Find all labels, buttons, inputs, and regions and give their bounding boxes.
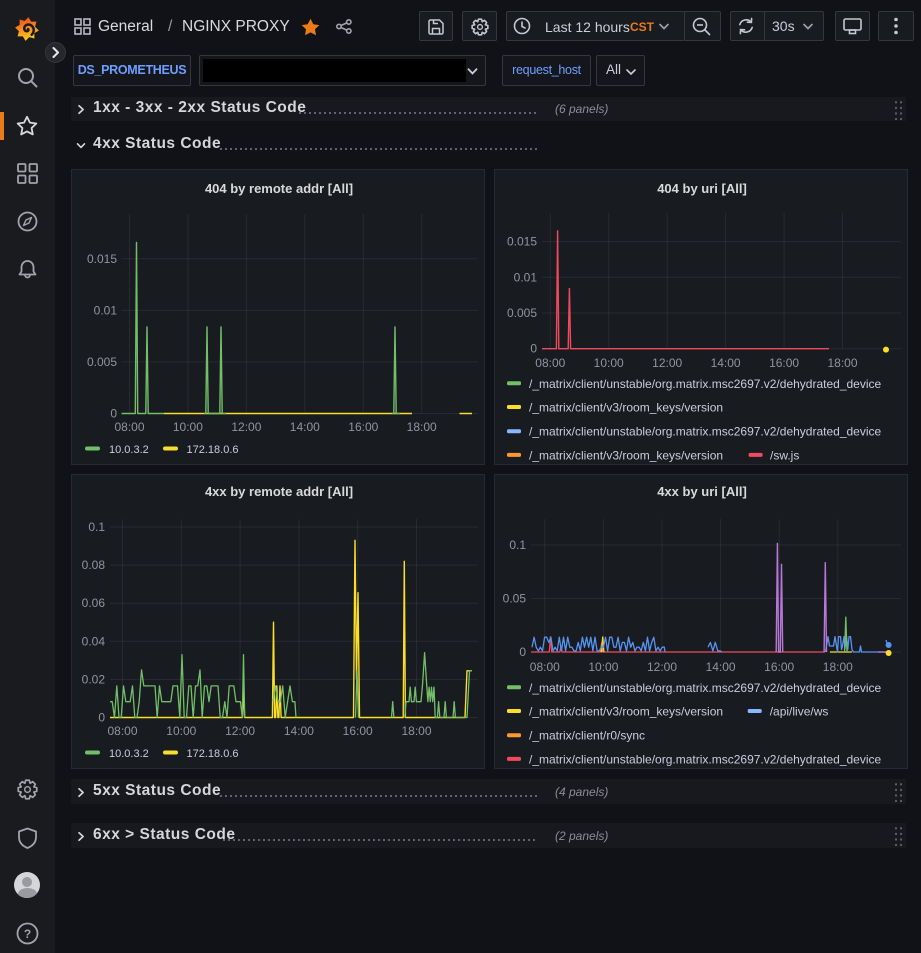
svg-text:14:00: 14:00 [284,724,314,738]
svg-text:/_matrix/client/r0/sync: /_matrix/client/r0/sync [529,729,645,743]
svg-text:0.1: 0.1 [88,520,105,534]
svg-text:0.02: 0.02 [82,672,106,686]
svg-text:12:00: 12:00 [652,356,682,370]
svg-text:0: 0 [98,711,105,725]
svg-text:18:00: 18:00 [407,420,437,434]
svg-text:10:00: 10:00 [588,660,618,674]
svg-text:0.1: 0.1 [509,538,526,552]
svg-text:10:00: 10:00 [166,724,196,738]
svg-text:0.015: 0.015 [87,252,117,266]
svg-text:16:00: 16:00 [769,356,799,370]
svg-text:?: ? [24,927,31,941]
svg-text:0: 0 [110,407,117,421]
svg-text:0: 0 [530,342,537,356]
svg-text:12:00: 12:00 [647,660,677,674]
svg-text:/_matrix/client/unstable/org.m: /_matrix/client/unstable/org.matrix.msc2… [529,425,882,439]
svg-text:10:00: 10:00 [594,356,624,370]
svg-text:18:00: 18:00 [401,724,431,738]
svg-text:16:00: 16:00 [764,660,794,674]
svg-text:4xx by remote addr [All]: 4xx by remote addr [All] [205,484,353,499]
svg-text:10.0.3.2: 10.0.3.2 [109,748,149,760]
svg-text:08:00: 08:00 [535,356,565,370]
svg-text:404 by remote addr [All]: 404 by remote addr [All] [205,181,353,196]
svg-text:/_matrix/client/v3/room_keys/v: /_matrix/client/v3/room_keys/version [529,705,723,719]
svg-text:12:00: 12:00 [225,724,255,738]
svg-text:08:00: 08:00 [107,724,137,738]
svg-text:14:00: 14:00 [706,660,736,674]
svg-text:/_matrix/client/unstable/org.m: /_matrix/client/unstable/org.matrix.msc2… [529,377,882,391]
svg-text:0.04: 0.04 [82,634,106,648]
svg-text:0.05: 0.05 [503,592,527,606]
svg-text:0.01: 0.01 [514,270,538,284]
svg-text:/_matrix/client/v3/room_keys/v: /_matrix/client/v3/room_keys/version [529,448,723,462]
svg-text:10.0.3.2: 10.0.3.2 [109,444,149,456]
svg-text:/sw.js: /sw.js [770,448,799,462]
svg-text:0.005: 0.005 [507,306,537,320]
svg-text:0.08: 0.08 [82,558,106,572]
svg-text:/_matrix/client/unstable/org.m: /_matrix/client/unstable/org.matrix.msc2… [529,752,882,766]
svg-text:0.06: 0.06 [82,596,106,610]
svg-text:14:00: 14:00 [711,356,741,370]
svg-text:404 by uri [All]: 404 by uri [All] [657,181,747,196]
svg-text:18:00: 18:00 [827,356,857,370]
svg-text:4xx by uri [All]: 4xx by uri [All] [657,484,747,499]
svg-text:16:00: 16:00 [343,724,373,738]
svg-text:14:00: 14:00 [290,420,320,434]
svg-text:172.18.0.6: 172.18.0.6 [187,444,239,456]
svg-text:0.005: 0.005 [87,355,117,369]
svg-text:0.015: 0.015 [507,235,537,249]
svg-text:172.18.0.6: 172.18.0.6 [187,748,239,760]
svg-text:18:00: 18:00 [823,660,853,674]
svg-text:08:00: 08:00 [114,420,144,434]
svg-text:10:00: 10:00 [173,420,203,434]
svg-text:/_matrix/client/unstable/org.m: /_matrix/client/unstable/org.matrix.msc2… [529,681,882,695]
svg-text:/api/live/ws: /api/live/ws [770,705,829,719]
svg-text:/_matrix/client/v3/room_keys/v: /_matrix/client/v3/room_keys/version [529,401,723,415]
svg-text:08:00: 08:00 [530,660,560,674]
svg-text:0.01: 0.01 [94,303,118,317]
svg-text:0: 0 [519,645,526,659]
svg-text:12:00: 12:00 [231,420,261,434]
svg-text:16:00: 16:00 [348,420,378,434]
